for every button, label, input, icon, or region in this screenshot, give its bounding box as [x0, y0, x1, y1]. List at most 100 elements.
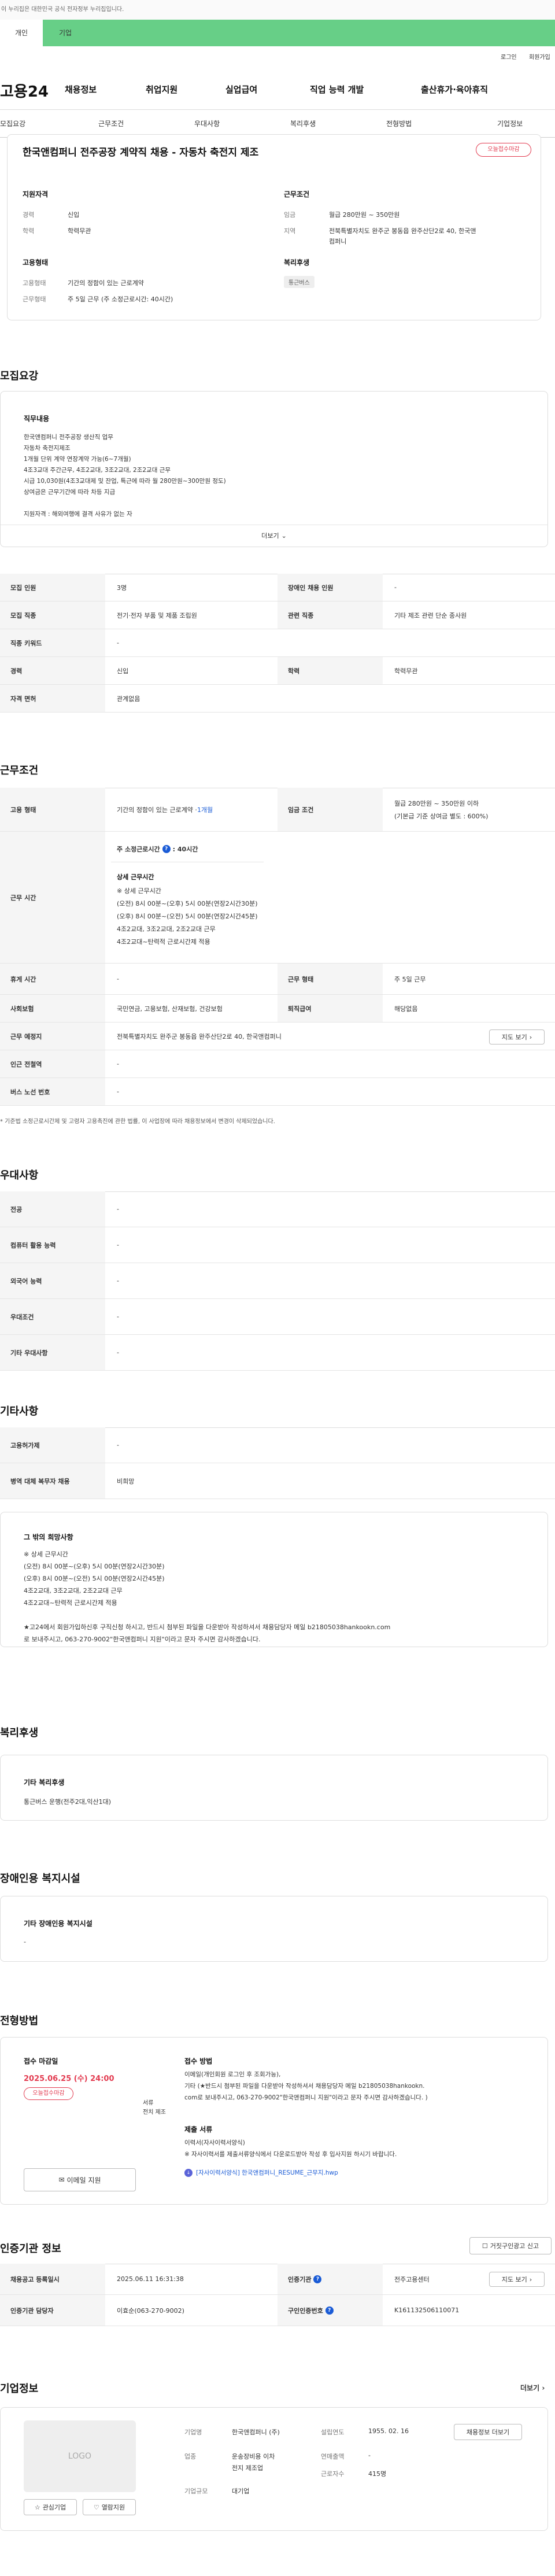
region-value-2: 컴퍼니: [329, 238, 347, 245]
method-heading: 접수 방법: [184, 2057, 213, 2065]
company-more-label: 더보기: [520, 2384, 540, 2392]
report-button[interactable]: ☐ 거짓구인광고 신고: [469, 2237, 552, 2254]
map-button[interactable]: 지도 보기 ›: [489, 1029, 545, 1045]
process-text: 서류 전치 제조: [143, 2100, 166, 2116]
view-apply-label: 열람지원: [101, 2504, 125, 2511]
subnav-company[interactable]: 기업정보: [497, 110, 523, 138]
gnb-jobs[interactable]: 채용정보: [65, 83, 97, 95]
gnb-unemployment[interactable]: 실업급여: [225, 83, 257, 95]
row-value: 해당없음: [394, 1005, 418, 1013]
org-label: 인증기관?: [278, 2264, 383, 2294]
row-label: 모집 인원: [0, 574, 105, 601]
help-icon[interactable]: ?: [325, 2306, 334, 2315]
applicant-heading: 지원자격: [23, 190, 49, 198]
favorite-company-button[interactable]: ☆ 관심기업: [24, 2499, 77, 2515]
section-nav: 모집요강 근무조건 우대사항 복리후생 전형방법 기업정보: [0, 110, 555, 138]
row-label: 고용허가제: [0, 1427, 105, 1463]
subnav-conditions[interactable]: 근무조건: [98, 110, 124, 138]
row-value: -: [117, 1241, 119, 1249]
no-label-text: 구인인증번호: [288, 2306, 323, 2315]
row-label: 사회보험: [0, 995, 105, 1022]
disabled-heading: 장애인용 복지시설: [0, 1873, 80, 1885]
auth-map-label: 지도 보기: [501, 2276, 527, 2283]
gnb-training[interactable]: 직업 능력 개발: [310, 83, 364, 95]
signup-link[interactable]: 회원가입: [529, 46, 550, 69]
row-value: -: [117, 1313, 119, 1320]
auth-map-button[interactable]: 지도 보기 ›: [489, 2272, 545, 2287]
company-name-label: 기업명: [184, 2429, 202, 2436]
company-jobs-button[interactable]: 채용정보 더보기: [454, 2424, 522, 2440]
row-value: 국민연금, 고용보험, 산재보험, 건강보험: [117, 1005, 223, 1013]
job-title: 한국앤컴퍼니 전주공장 계약직 채용 - 자동차 축전지 제조: [23, 147, 259, 158]
industry-value-2: 전지 제조업: [232, 2464, 264, 2472]
emptype-label: 고용형태: [23, 279, 46, 287]
row-label: 자격 면허: [0, 685, 105, 712]
resume-file-label: [자사이력서양식] 한국앤컴퍼니_RESUME_근무지.hwp: [196, 2169, 338, 2176]
more-button[interactable]: 더보기 ⌄: [1, 525, 547, 547]
etc-box-text: ※ 상세 근무시간 (오전) 8시 00분~(오후) 5시 00분(연장2시간3…: [24, 1551, 391, 1643]
resume-file-link[interactable]: ↓ [자사이력서양식] 한국앤컴퍼니_RESUME_근무지.hwp: [184, 2168, 338, 2177]
row-label: 임금 조건: [278, 788, 383, 831]
wage-value-2: (기본급 기준 상여금 별도 : 600%): [394, 812, 489, 820]
subnav-process[interactable]: 전형방법: [386, 110, 412, 138]
row-label: 근무 예정지: [0, 1023, 105, 1050]
map-button-label: 지도 보기: [501, 1034, 527, 1041]
welfare-box-heading: 기타 복리후생: [24, 1778, 65, 1787]
mail-icon: ✉: [58, 2176, 65, 2184]
email-apply-button[interactable]: ✉ 이메일 지원: [24, 2168, 136, 2191]
table-row: 휴게 시간 - 근무 형태 주 5일 근무: [0, 964, 555, 995]
row-value: 전기·전자 부품 및 제품 조립원: [117, 611, 197, 619]
time-detail-text: ※ 상세 근무시간 (오전) 8시 00분~(오후) 5시 00분(연장2시간3…: [117, 887, 258, 946]
row-label: 고용 형태: [0, 788, 105, 831]
row-value: K161132506110071: [394, 2306, 460, 2314]
table-row: 경력 신입 학력 학력무관: [0, 657, 555, 685]
table-row: 전공 -: [0, 1191, 555, 1227]
company-heading: 기업정보: [0, 2383, 39, 2395]
est-value: 1955. 02. 16: [368, 2427, 409, 2435]
row-value: 기타 제조 관련 단순 종사원: [394, 611, 467, 619]
row-label: 퇴직급여: [278, 995, 383, 1022]
row-value: 학력무관: [394, 667, 418, 675]
disabled-box-value: -: [24, 1938, 26, 1946]
tab-company[interactable]: 기업: [59, 20, 72, 46]
emp-period-link[interactable]: 1개월: [197, 805, 213, 814]
table-row: 직종 키워드 -: [0, 629, 555, 657]
login-link[interactable]: 로그인: [501, 46, 517, 69]
row-label: 근무 형태: [278, 964, 383, 994]
subnav-recruit[interactable]: 모집요강: [0, 110, 25, 138]
docs-heading: 제출 서류: [184, 2125, 213, 2134]
row-label: 인증기관 담당자: [0, 2295, 105, 2326]
tab-personal[interactable]: 개인: [0, 20, 43, 46]
gov-banner-text: 이 누리집은 대한민국 공식 전자정부 누리집입니다.: [1, 6, 124, 13]
table-row: 외국어 능력 -: [0, 1263, 555, 1299]
table-row: 고용 형태 기간의 정함이 있는 근로계약 · 1개월 임금 조건 월급 280…: [0, 788, 555, 832]
company-more-link[interactable]: 더보기 ›: [520, 2383, 545, 2393]
sales-value: -: [368, 2452, 371, 2459]
gnb-support[interactable]: 취업지원: [146, 83, 177, 95]
size-value: 대기업: [232, 2488, 250, 2495]
welfare-heading: 복리후생: [284, 259, 310, 267]
row-label: 컴퓨터 활용 능력: [0, 1227, 105, 1263]
hours-value: 주 5일 근무 (주 소정근로시간: 40시간): [68, 296, 173, 303]
duty-box: 직무내용 한국앤컴퍼니 전주공장 생산직 업무 자동차 축전지제조 1개월 단위…: [0, 391, 548, 547]
company-box: LOGO ☆ 관심기업 ♡ 열람지원 기업명 한국앤컴퍼니 (주) 업종 운송장비용…: [0, 2407, 548, 2531]
subnav-pref[interactable]: 우대사항: [194, 110, 220, 138]
row-value: -: [117, 639, 119, 647]
heart-icon: ♡: [93, 2503, 99, 2511]
report-button-label: 거짓구인광고 신고: [490, 2242, 539, 2250]
job-summary-card: 한국앤컴퍼니 전주공장 계약직 채용 - 자동차 축전지 제조 오늘접수마감 지…: [7, 134, 541, 320]
duty-text: 한국앤컴퍼니 전주공장 생산직 업무 자동차 축전지제조 1개월 단위 계약 연…: [24, 434, 226, 518]
gnb-leave[interactable]: 출산휴가·육아휴직: [421, 83, 488, 95]
etc-heading: 기타사항: [0, 1405, 39, 1418]
table-row: 자격 면허 관계없음: [0, 685, 555, 713]
conditions-note: * 기준법 소정근로시간제 및 고령자 고용촉진에 관한 법률, 이 사업장에 …: [0, 1119, 275, 1125]
org-label-text: 인증기관: [288, 2275, 312, 2283]
table-row: 근무 시간 주 소정근로시간?: 40시간 상세 근무시간 ※ 상세 근무시간 …: [0, 832, 555, 964]
view-apply-button[interactable]: ♡ 열람지원: [83, 2499, 136, 2515]
help-icon[interactable]: ?: [313, 2275, 322, 2283]
table-row: 근무 예정지 전북특별자치도 완주군 봉동읍 완주산단2로 40, 한국앤컴퍼니…: [0, 1023, 555, 1050]
row-value: -: [117, 1205, 119, 1213]
site-logo[interactable]: 고용24: [0, 80, 49, 101]
help-icon[interactable]: ?: [162, 845, 171, 853]
subnav-welfare[interactable]: 복리후생: [290, 110, 316, 138]
